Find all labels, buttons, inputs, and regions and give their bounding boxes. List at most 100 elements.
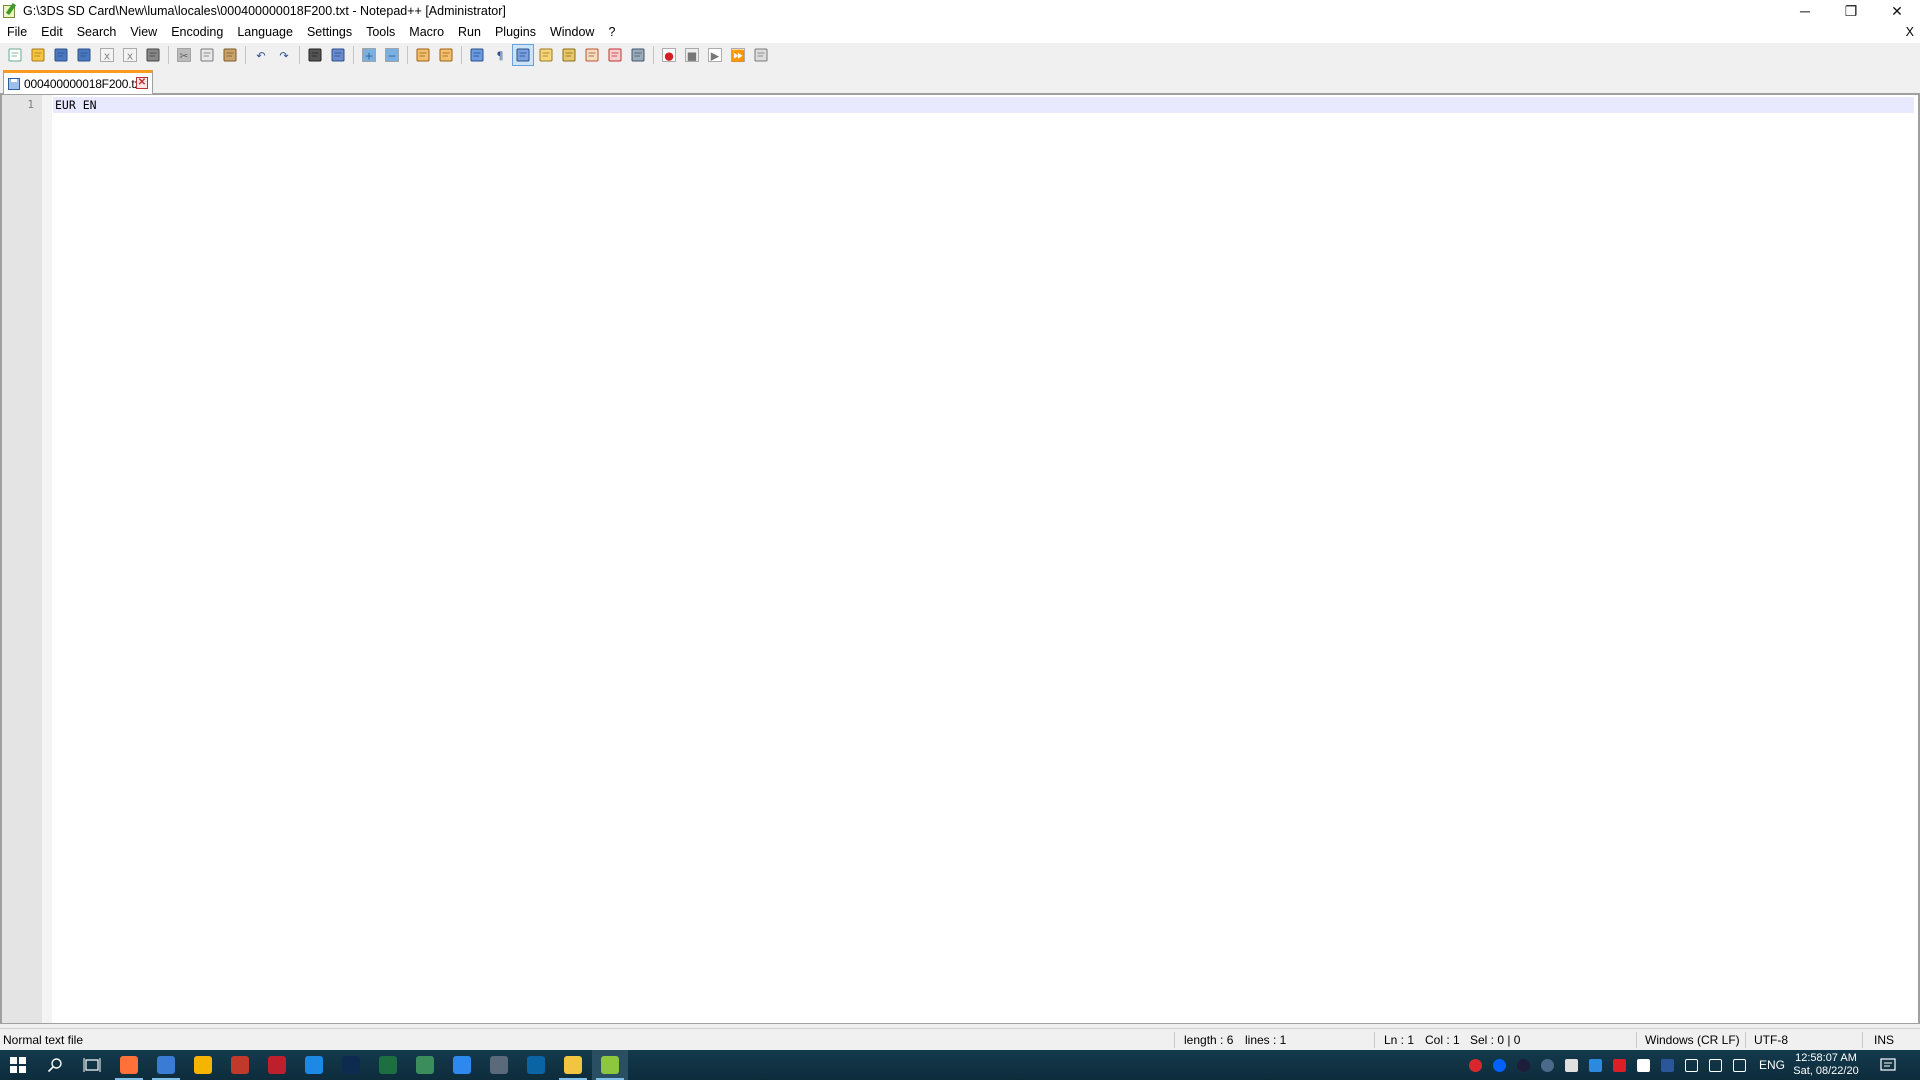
show-all-characters-icon[interactable]: ¶ [489,44,511,66]
svg-text:¶: ¶ [497,50,504,63]
monitor-icon[interactable] [444,1050,480,1080]
status-typing-mode[interactable]: INS [1874,1029,1894,1051]
toolbar-separator [353,46,354,64]
app-green-icon[interactable] [407,1050,443,1080]
svg-text:↶: ↶ [256,50,265,63]
excel-icon[interactable] [370,1050,406,1080]
close-icon[interactable]: x [96,44,118,66]
outlook-icon[interactable] [518,1050,554,1080]
playback-macro-icon[interactable]: ▶ [704,44,726,66]
battery-icon[interactable] [1680,1050,1702,1080]
replace-icon[interactable] [327,44,349,66]
menu-language[interactable]: Language [230,22,300,43]
document-tab[interactable]: 000400000018F200.txt ✕ [3,70,153,94]
status-sel[interactable]: Sel : 0 | 0 [1470,1029,1520,1051]
status-eol[interactable]: Windows (CR LF) [1645,1029,1740,1051]
record-macro-icon[interactable]: ● [658,44,680,66]
word-wrap-icon[interactable] [466,44,488,66]
sync-vertical-icon[interactable] [412,44,434,66]
paste-icon[interactable] [219,44,241,66]
text-editor[interactable]: 1 EUR EN [0,94,1920,1024]
app-circle-icon[interactable] [1512,1050,1534,1080]
menu-window[interactable]: Window [543,22,601,43]
print-icon[interactable] [142,44,164,66]
volume-icon[interactable] [1728,1050,1750,1080]
file-explorer-icon[interactable] [555,1050,591,1080]
title-bar[interactable]: G:\3DS SD Card\New\luma\locales\00040000… [0,0,1920,22]
menu-encoding[interactable]: Encoding [164,22,230,43]
word-icon[interactable] [1656,1050,1678,1080]
notepadpp-app-icon[interactable] [2,2,18,19]
menu-edit[interactable]: Edit [34,22,70,43]
status-ln[interactable]: Ln : 1 [1384,1029,1414,1051]
toolbar-separator [461,46,462,64]
app-blue-icon[interactable] [296,1050,332,1080]
menu-file[interactable]: File [0,22,34,43]
wifi-icon[interactable] [1704,1050,1726,1080]
firefox-icon[interactable] [111,1050,147,1080]
copy-icon[interactable] [196,44,218,66]
mega-icon[interactable] [1464,1050,1486,1080]
defender-icon[interactable] [1632,1050,1654,1080]
menu-run[interactable]: Run [451,22,488,43]
chrome-icon[interactable] [185,1050,221,1080]
usb-icon[interactable] [1560,1050,1582,1080]
taskbar-clock[interactable]: 12:58:07 AM Sat, 08/22/20 [1790,1052,1862,1078]
save-all-icon[interactable] [73,44,95,66]
monitoring-icon[interactable] [627,44,649,66]
start-icon[interactable] [0,1050,36,1080]
close-document-button[interactable]: X [1906,22,1914,43]
function-list-icon[interactable] [558,44,580,66]
tab-bar: 000400000018F200.txt ✕ [0,67,1920,94]
close-button[interactable]: ✕ [1874,0,1920,22]
status-col[interactable]: Col : 1 [1425,1029,1460,1051]
save-macro-icon[interactable] [750,44,772,66]
indent-guide-icon[interactable] [512,44,534,66]
redo-icon[interactable]: ↷ [273,44,295,66]
undo-icon[interactable]: ↶ [250,44,272,66]
zoom-out-icon[interactable]: − [381,44,403,66]
new-file-icon[interactable] [4,44,26,66]
document-map-icon[interactable] [535,44,557,66]
save-icon[interactable] [50,44,72,66]
code-line[interactable]: EUR EN [55,98,97,112]
action-center-icon[interactable] [1870,1050,1906,1080]
close-all-icon[interactable]: x [119,44,141,66]
folder-as-workspace-icon[interactable] [581,44,603,66]
calculator-icon[interactable] [481,1050,517,1080]
status-file-type: Normal text file [3,1033,84,1047]
restore-button[interactable]: ❐ [1828,0,1874,22]
fold-margin[interactable] [42,95,52,1023]
menu-search[interactable]: Search [70,22,124,43]
menu-view[interactable]: View [123,22,164,43]
notepadpp-icon[interactable] [592,1050,628,1080]
tab-close-icon[interactable]: ✕ [136,77,148,89]
svg-text:+: + [364,50,373,63]
photoshop-icon[interactable] [333,1050,369,1080]
network-app-icon[interactable] [1536,1050,1558,1080]
menu-plugins[interactable]: Plugins [488,22,543,43]
find-icon[interactable] [304,44,326,66]
stop-recording-icon[interactable]: ■ [681,44,703,66]
menu-settings[interactable]: Settings [300,22,359,43]
zoom-in-icon[interactable]: + [358,44,380,66]
menu-help[interactable]: ? [601,22,622,43]
menu-tools[interactable]: Tools [359,22,402,43]
creative-cloud-icon[interactable] [1608,1050,1630,1080]
cut-icon[interactable]: ✂ [173,44,195,66]
search-icon[interactable] [37,1050,73,1080]
document-list-icon[interactable] [604,44,626,66]
task-view-icon[interactable] [74,1050,110,1080]
app-red-icon[interactable] [222,1050,258,1080]
menu-macro[interactable]: Macro [402,22,451,43]
open-file-icon[interactable] [27,44,49,66]
filezilla-icon[interactable] [259,1050,295,1080]
run-macro-multiple-icon[interactable]: ⏩ [727,44,749,66]
sync-horizontal-icon[interactable] [435,44,457,66]
minimize-button[interactable]: ─ [1782,0,1828,22]
input-language[interactable]: ENG [1756,1050,1788,1080]
status-encoding[interactable]: UTF-8 [1754,1029,1788,1051]
bluetooth-icon[interactable] [1584,1050,1606,1080]
app-icon[interactable] [148,1050,184,1080]
dropbox-icon[interactable] [1488,1050,1510,1080]
